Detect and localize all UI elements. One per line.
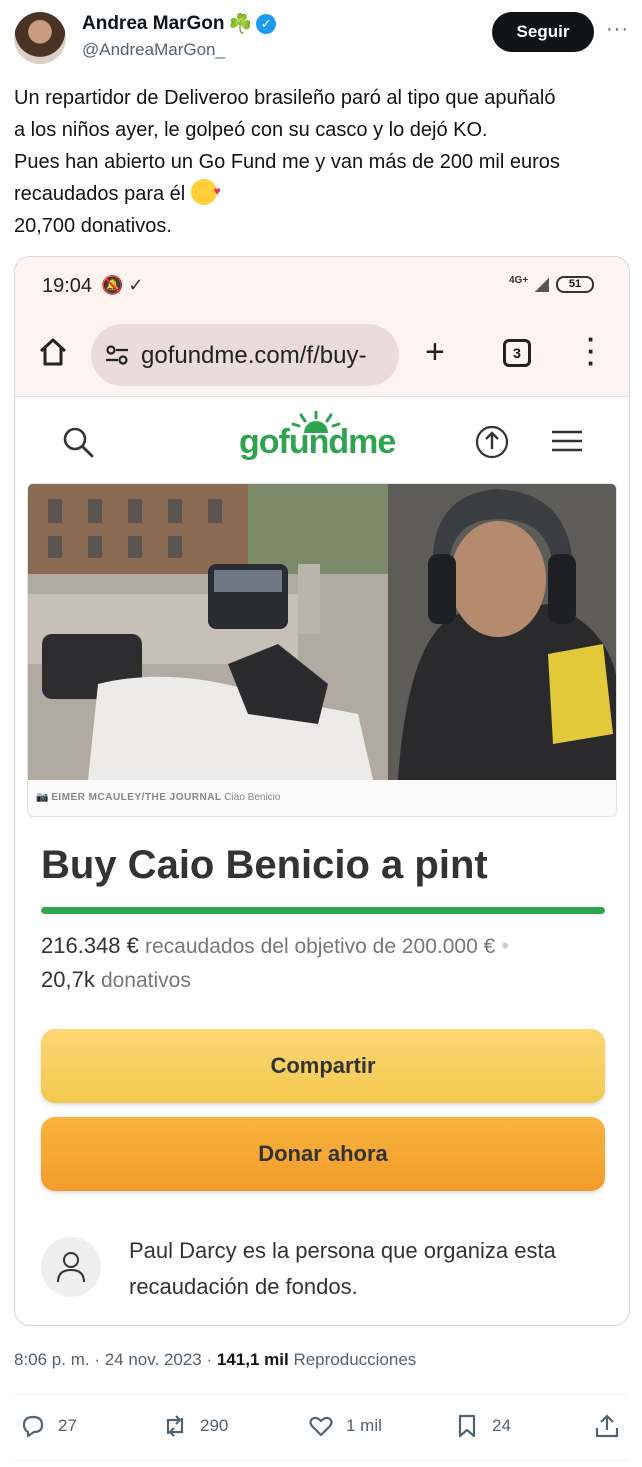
phone-status-bar: 19:04 🔕 ✓ 4G+ 51 (15, 257, 629, 319)
photo-credit: 📷 EIMER MCAULEY/THE JOURNAL Ciao Benicio (36, 792, 280, 803)
tab-switcher-button[interactable]: 3 (503, 339, 531, 367)
person-icon (57, 1252, 85, 1283)
hamburger-menu-icon[interactable] (552, 430, 582, 452)
tweet-text-fragment: recaudados para él (14, 183, 186, 205)
address-bar[interactable]: gofundme.com/f/buy- (91, 324, 399, 386)
tweet-text-line: Pues han abierto un Go Fund me y van más… (14, 151, 560, 173)
photo-credit-source: EIMER MCAULEY/THE JOURNAL (51, 792, 222, 803)
author-name-row[interactable]: Andrea MarGon ☘️ ✓ (82, 12, 277, 36)
share-icon (595, 1414, 619, 1438)
tweet-actions: 27 290 1 mil 24 (14, 1408, 628, 1448)
camera-icon: 📷 (36, 792, 49, 803)
organizer-row: Paul Darcy es la persona que organiza es… (41, 1237, 605, 1307)
campaign-photo[interactable] (28, 484, 617, 780)
tweet-meta: 8:06 p. m. · 24 nov. 2023 · 141,1 mil Re… (14, 1350, 417, 1369)
organizer-avatar[interactable] (41, 1237, 101, 1297)
retweet-icon (166, 1415, 184, 1437)
reply-icon (22, 1415, 44, 1438)
share-button[interactable] (594, 1408, 620, 1444)
smiling-face-with-hearts-icon (190, 175, 221, 207)
share-upload-icon[interactable] (475, 425, 509, 459)
browser-menu-icon[interactable]: · · · (587, 326, 596, 376)
funding-progress-bar (41, 907, 605, 914)
retweet-button[interactable]: 290 (162, 1408, 228, 1444)
raised-goal-text: recaudados del objetivo de 200.000 € (145, 935, 496, 958)
phone-clock: 19:04 (42, 275, 93, 297)
home-icon[interactable] (37, 336, 69, 368)
donate-now-button[interactable]: Donar ahora (41, 1117, 605, 1191)
separator-dot: • (501, 933, 510, 958)
campaign-title: Buy Caio Benicio a pint (41, 843, 488, 887)
author-handle[interactable]: @AndreaMarGon_ (82, 40, 225, 60)
verified-badge-icon: ✓ (256, 14, 277, 34)
search-icon[interactable] (61, 425, 95, 459)
url-text[interactable]: gofundme.com/f/buy- (141, 342, 366, 370)
reply-button[interactable]: 27 (20, 1408, 77, 1444)
like-count: 1 mil (346, 1416, 382, 1435)
divider (14, 1394, 628, 1395)
organizer-text: Paul Darcy es la persona que organiza es… (129, 1238, 556, 1299)
tweet-header: Andrea MarGon ☘️ ✓ @AndreaMarGon_ Seguir… (14, 12, 628, 64)
follow-button[interactable]: Seguir (492, 12, 594, 52)
battery-icon: 51 (556, 276, 594, 293)
browser-toolbar: gofundme.com/f/buy- + 3 · · · (15, 319, 629, 397)
photo-credit-caption: Ciao Benicio (224, 792, 281, 803)
site-settings-icon[interactable] (105, 344, 129, 366)
retweet-count: 290 (200, 1416, 229, 1435)
tweet-text-line: Un repartidor de Deliveroo brasileño par… (14, 87, 556, 109)
tweet-text-line: 20,700 donativos. (14, 215, 172, 237)
author-name[interactable]: Andrea MarGon (82, 13, 225, 35)
more-options-icon[interactable]: ··· (606, 18, 629, 41)
gofundme-logo[interactable]: gofundme (239, 423, 396, 462)
new-tab-icon[interactable]: + (425, 335, 445, 369)
gofundme-header: gofundme (15, 397, 629, 485)
donations-summary: 20,7k donativos (41, 967, 191, 993)
campaign-photo-card: 📷 EIMER MCAULEY/THE JOURNAL Ciao Benicio (27, 483, 617, 817)
bookmark-icon (458, 1414, 476, 1438)
views-label: Reproducciones (293, 1350, 417, 1369)
shamrock-emoji: ☘️ (228, 14, 253, 35)
raised-summary: 216.348 € recaudados del objetivo de 200… (41, 933, 509, 959)
bookmark-count: 24 (492, 1416, 511, 1435)
heart-icon (309, 1416, 333, 1437)
share-campaign-button[interactable]: Compartir (41, 1029, 605, 1103)
donations-count: 20,7k (41, 967, 95, 992)
tweet-time[interactable]: 8:06 p. m. (14, 1350, 90, 1369)
network-indicator: 4G+ (509, 275, 529, 286)
raised-amount: 216.348 € (41, 933, 139, 958)
views-count[interactable]: 141,1 mil (217, 1350, 289, 1369)
tweet-media-screenshot[interactable]: 19:04 🔕 ✓ 4G+ 51 gofundme.com/f/buy- + 3… (14, 256, 630, 1326)
like-button[interactable]: 1 mil (308, 1408, 382, 1444)
notification-icons: 🔕 ✓ (101, 275, 144, 295)
tweet-text-line: a los niños ayer, le golpeó con su casco… (14, 119, 488, 141)
reply-count: 27 (58, 1416, 77, 1435)
donations-label: donativos (100, 969, 191, 992)
tweet-text-line-with-emoji: recaudados para él (14, 175, 634, 210)
bookmark-button[interactable]: 24 (454, 1408, 511, 1444)
funding-progress-fill (41, 907, 605, 914)
tweet-date[interactable]: 24 nov. 2023 (105, 1350, 202, 1369)
divider (14, 1460, 628, 1461)
signal-icon (535, 278, 549, 292)
author-avatar[interactable] (14, 12, 66, 64)
tweet-text: Un repartidor de Deliveroo brasileño par… (14, 82, 634, 242)
